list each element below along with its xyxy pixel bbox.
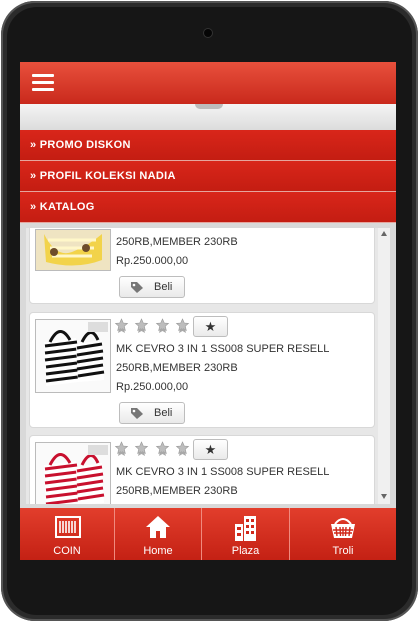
home-icon bbox=[146, 516, 170, 538]
product-image[interactable] bbox=[35, 442, 111, 504]
app-screen: » PROMO DISKON » PROFIL KOLEKSI NADIA » … bbox=[20, 62, 396, 560]
barcode-icon bbox=[55, 516, 81, 538]
bottom-nav-coin[interactable]: COIN bbox=[20, 508, 115, 560]
bottom-nav-troli[interactable]: Troli bbox=[290, 508, 396, 560]
buy-button[interactable]: Beli bbox=[119, 276, 185, 298]
bottom-nav-label: Troli bbox=[332, 545, 354, 557]
bottom-nav-label: Plaza bbox=[231, 545, 260, 557]
product-price: Rp.250.000,00 bbox=[116, 381, 189, 393]
nav-item-promo-diskon[interactable]: » PROMO DISKON bbox=[20, 130, 396, 161]
top-bar bbox=[20, 62, 396, 104]
buy-button[interactable]: Beli bbox=[119, 402, 185, 424]
subheader-handle bbox=[195, 104, 223, 109]
ribbon-star-icon bbox=[114, 441, 129, 456]
subheader-strip bbox=[20, 104, 396, 130]
main-nav: » PROMO DISKON » PROFIL KOLEKSI NADIA » … bbox=[20, 130, 396, 223]
ribbon-star-icon bbox=[135, 441, 149, 456]
product-card: ★ MK CEVRO 3 IN 1 SS008 SUPER RESELL 250… bbox=[29, 435, 375, 504]
star-icon: ★ bbox=[204, 319, 217, 334]
tag-icon bbox=[131, 408, 143, 419]
favorite-button[interactable]: ★ bbox=[193, 439, 228, 460]
ribbon-star-icon bbox=[176, 318, 190, 333]
ribbon-star-icon bbox=[135, 318, 149, 333]
nav-item-katalog[interactable]: » KATALOG bbox=[20, 192, 396, 223]
product-price-text: 250RB,MEMBER 230RB bbox=[116, 236, 238, 248]
ribbon-star-icon bbox=[155, 318, 170, 333]
ribbon-star-icon bbox=[176, 441, 190, 456]
list-scrollbar[interactable] bbox=[378, 228, 390, 504]
star-icon: ★ bbox=[204, 442, 217, 457]
product-card: 250RB,MEMBER 230RB Rp.250.000,00 Beli bbox=[29, 228, 375, 304]
buy-button-label: Beli bbox=[154, 407, 173, 419]
product-price-text: 250RB,MEMBER 230RB bbox=[116, 362, 238, 374]
bottom-nav: COIN Home Plaza Troli bbox=[20, 508, 396, 560]
camera-dot bbox=[204, 29, 212, 37]
scroll-down-arrow-icon[interactable] bbox=[381, 494, 387, 499]
product-name: MK CEVRO 3 IN 1 SS008 SUPER RESELL bbox=[116, 343, 330, 355]
ribbon-star-icon bbox=[155, 441, 170, 456]
product-card: ★ MK CEVRO 3 IN 1 SS008 SUPER RESELL 250… bbox=[29, 312, 375, 428]
building-icon bbox=[235, 516, 256, 541]
buy-button-label: Beli bbox=[154, 281, 173, 293]
nav-item-profil-koleksi-nadia[interactable]: » PROFIL KOLEKSI NADIA bbox=[20, 161, 396, 192]
product-price: Rp.250.000,00 bbox=[116, 255, 189, 267]
bottom-nav-plaza[interactable]: Plaza bbox=[202, 508, 290, 560]
product-name: MK CEVRO 3 IN 1 SS008 SUPER RESELL bbox=[116, 466, 330, 478]
basket-icon bbox=[331, 518, 355, 538]
bottom-nav-label: COIN bbox=[53, 545, 81, 557]
product-list[interactable]: 250RB,MEMBER 230RB Rp.250.000,00 Beli ★ … bbox=[26, 228, 378, 504]
product-price-text: 250RB,MEMBER 230RB bbox=[116, 485, 238, 497]
hamburger-menu-icon[interactable] bbox=[32, 74, 54, 92]
tag-icon bbox=[131, 282, 143, 293]
ribbon-star-icon bbox=[114, 318, 129, 333]
bottom-nav-home[interactable]: Home bbox=[115, 508, 202, 560]
bottom-nav-label: Home bbox=[143, 545, 173, 557]
scroll-up-arrow-icon[interactable] bbox=[381, 231, 387, 236]
favorite-button[interactable]: ★ bbox=[193, 316, 228, 337]
product-image[interactable] bbox=[35, 319, 111, 393]
product-image[interactable] bbox=[35, 229, 111, 271]
